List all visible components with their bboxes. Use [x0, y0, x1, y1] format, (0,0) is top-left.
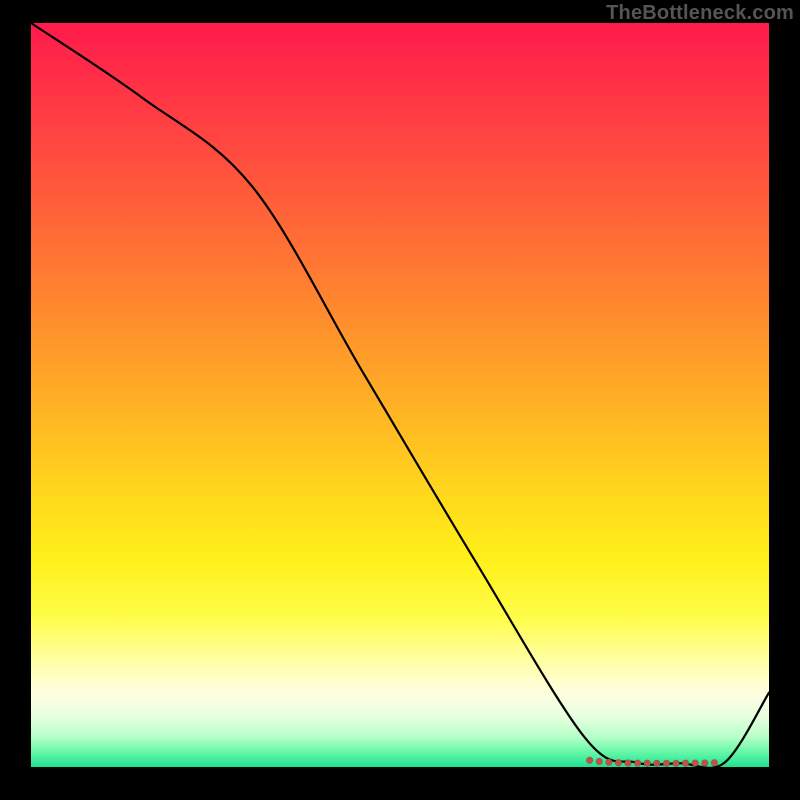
- marker-dot: [692, 760, 699, 767]
- marker-dot: [586, 757, 593, 764]
- marker-dot: [682, 760, 689, 767]
- value-curve: [31, 23, 769, 768]
- marker-dot: [673, 760, 680, 767]
- marker-dot: [701, 760, 708, 767]
- marker-dot: [634, 760, 641, 767]
- marker-dot: [663, 760, 670, 767]
- marker-dot: [711, 759, 718, 766]
- curve-layer: [31, 23, 769, 767]
- marker-dot: [596, 758, 603, 765]
- chart-root: TheBottleneck.com: [0, 0, 800, 800]
- plot-area: [31, 23, 769, 767]
- marker-dot: [644, 760, 651, 767]
- marker-dot: [615, 759, 622, 766]
- marker-dot: [625, 760, 632, 767]
- marker-dot: [653, 760, 660, 767]
- watermark-text: TheBottleneck.com: [606, 2, 794, 25]
- marker-dot: [605, 759, 612, 766]
